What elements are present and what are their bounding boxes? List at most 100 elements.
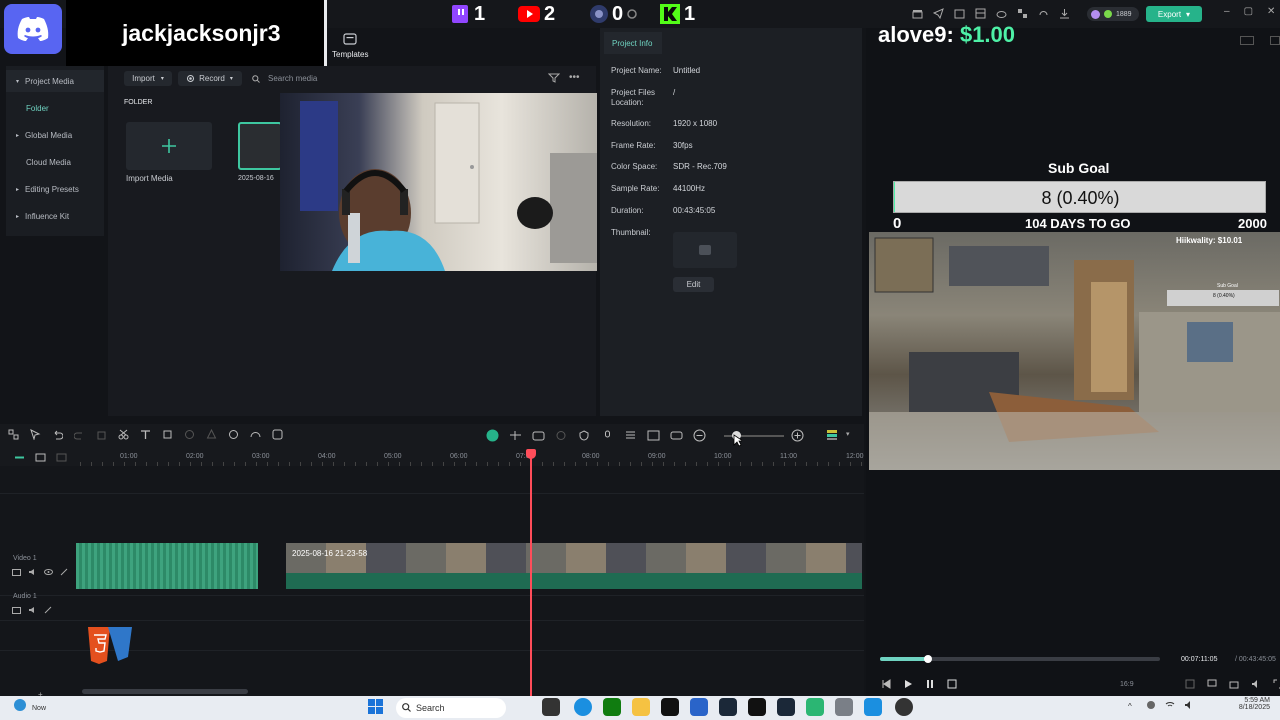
export-button[interactable]: Export ▾ <box>1146 6 1202 22</box>
taskbar-clock[interactable]: 5:59 AM 8/18/2025 <box>1226 697 1270 711</box>
previous-frame-icon[interactable] <box>881 679 891 689</box>
delete-icon[interactable] <box>96 429 107 440</box>
edge-icon[interactable] <box>574 698 592 716</box>
download-icon[interactable] <box>1059 8 1070 20</box>
color-icon[interactable] <box>206 429 217 440</box>
edit-thumbnail-button[interactable]: Edit <box>673 277 714 292</box>
filter-icon[interactable] <box>548 73 560 83</box>
tray-chevron-icon[interactable]: ^ <box>1128 702 1132 711</box>
maximize-icon[interactable]: ▢ <box>1244 6 1253 20</box>
microphone-icon[interactable] <box>601 430 614 441</box>
sidebar-item-project-media[interactable]: ▾ Project Media <box>6 70 104 92</box>
lock-icon[interactable] <box>44 606 53 614</box>
video-clip[interactable] <box>76 543 258 589</box>
sidebar-item-folder[interactable]: Folder <box>6 97 104 119</box>
volume-icon[interactable] <box>1251 679 1261 689</box>
link-icon[interactable] <box>14 453 25 462</box>
stabilize-icon[interactable] <box>555 430 568 441</box>
tray-app-icon[interactable] <box>1146 700 1156 710</box>
project-thumbnail[interactable] <box>673 232 737 268</box>
text-icon[interactable] <box>140 429 151 440</box>
redo-icon[interactable] <box>74 429 85 440</box>
aspect-ratio-select[interactable]: 16:9 <box>1120 681 1134 688</box>
playhead-handle[interactable] <box>526 449 536 459</box>
tiktok-live-icon[interactable] <box>748 698 766 716</box>
taskbar-search[interactable]: Search <box>396 698 506 718</box>
headset-icon[interactable] <box>1038 8 1049 20</box>
fullscreen-view-icon[interactable] <box>1270 36 1280 45</box>
crop-icon[interactable] <box>1185 679 1195 689</box>
grid-layout-icon[interactable] <box>8 429 19 440</box>
shield-icon[interactable] <box>578 430 591 441</box>
close-icon[interactable]: ✕ <box>1267 6 1275 20</box>
snap-icon[interactable] <box>509 430 522 441</box>
gift-icon[interactable] <box>912 8 923 20</box>
monitor-icon[interactable] <box>1207 679 1217 689</box>
track-manage-icon[interactable] <box>56 453 67 462</box>
steam-icon[interactable] <box>719 698 737 716</box>
tab-project-info[interactable]: Project Info <box>604 32 662 54</box>
media-clip-thumbnail[interactable] <box>238 122 282 170</box>
add-track-icon[interactable] <box>35 453 46 462</box>
eye-icon[interactable] <box>44 568 53 576</box>
cloud-icon[interactable] <box>996 8 1007 20</box>
obs-icon[interactable] <box>895 698 913 716</box>
more-options-icon[interactable]: ••• <box>569 72 580 83</box>
effects-icon[interactable] <box>272 429 283 440</box>
layout-icon[interactable] <box>975 8 986 20</box>
app-icon[interactable] <box>806 698 824 716</box>
templates-label[interactable]: Templates <box>332 50 368 59</box>
play-icon[interactable] <box>903 679 913 689</box>
pip-icon[interactable] <box>647 430 660 441</box>
stop-icon[interactable] <box>947 679 957 689</box>
steam-secondary-icon[interactable] <box>777 698 795 716</box>
weather-icon[interactable] <box>12 697 28 713</box>
lock-icon[interactable] <box>60 568 69 576</box>
credits-badge[interactable]: 1889 <box>1087 7 1139 21</box>
select-tool-icon[interactable] <box>30 429 41 440</box>
aspect-icon[interactable] <box>670 430 683 441</box>
sidebar-item-editing-presets[interactable]: ▸ Editing Presets <box>6 178 104 200</box>
camera-icon[interactable] <box>532 430 545 441</box>
split-view-icon[interactable] <box>1240 36 1254 45</box>
filmora-icon[interactable] <box>864 698 882 716</box>
tiktok-app-icon[interactable] <box>661 698 679 716</box>
playback-scrubber[interactable] <box>880 657 1160 661</box>
sidebar-item-global-media[interactable]: ▸ Global Media <box>6 124 104 146</box>
mask-icon[interactable] <box>184 429 195 440</box>
folder-icon[interactable] <box>12 568 21 576</box>
task-view-icon[interactable] <box>542 698 560 716</box>
search-media-field[interactable]: Search media <box>252 71 452 86</box>
minimize-icon[interactable]: – <box>1224 6 1230 20</box>
folder-icon[interactable] <box>12 606 21 614</box>
search-media-input[interactable]: Search media <box>268 74 317 83</box>
crop-tool-icon[interactable] <box>162 429 173 440</box>
volume-icon[interactable] <box>1184 700 1194 710</box>
import-button[interactable]: Import ▾ <box>124 71 172 86</box>
scissors-icon[interactable] <box>118 429 129 440</box>
record-button[interactable]: Record ▾ <box>178 71 242 86</box>
track-layout-icon[interactable] <box>826 429 838 441</box>
speaker-icon[interactable] <box>28 606 37 614</box>
playback-handle[interactable] <box>924 655 932 663</box>
zoom-in-icon[interactable] <box>791 429 804 442</box>
playhead[interactable] <box>530 450 532 698</box>
send-icon[interactable] <box>933 8 944 20</box>
ai-tool-icon[interactable] <box>228 429 239 440</box>
file-explorer-icon[interactable] <box>632 698 650 716</box>
speed-icon[interactable] <box>250 429 261 440</box>
undo-icon[interactable] <box>52 429 63 440</box>
settings-icon[interactable] <box>835 698 853 716</box>
timeline-horizontal-scrollbar[interactable] <box>82 689 248 694</box>
pause-icon[interactable] <box>925 679 935 689</box>
sidebar-item-influence-kit[interactable]: ▸ Influence Kit <box>6 205 104 227</box>
snapshot-icon[interactable] <box>1229 679 1239 689</box>
video-clip-main[interactable]: 2025-08-16 21-23-58 <box>286 543 862 589</box>
calendar-icon[interactable] <box>954 8 965 20</box>
zoom-out-icon[interactable] <box>693 429 706 442</box>
store-icon[interactable] <box>690 698 708 716</box>
speaker-icon[interactable] <box>28 568 37 576</box>
magnet-icon[interactable] <box>486 429 499 442</box>
import-media-tile[interactable] <box>126 122 212 170</box>
templates-icon[interactable] <box>341 31 359 47</box>
